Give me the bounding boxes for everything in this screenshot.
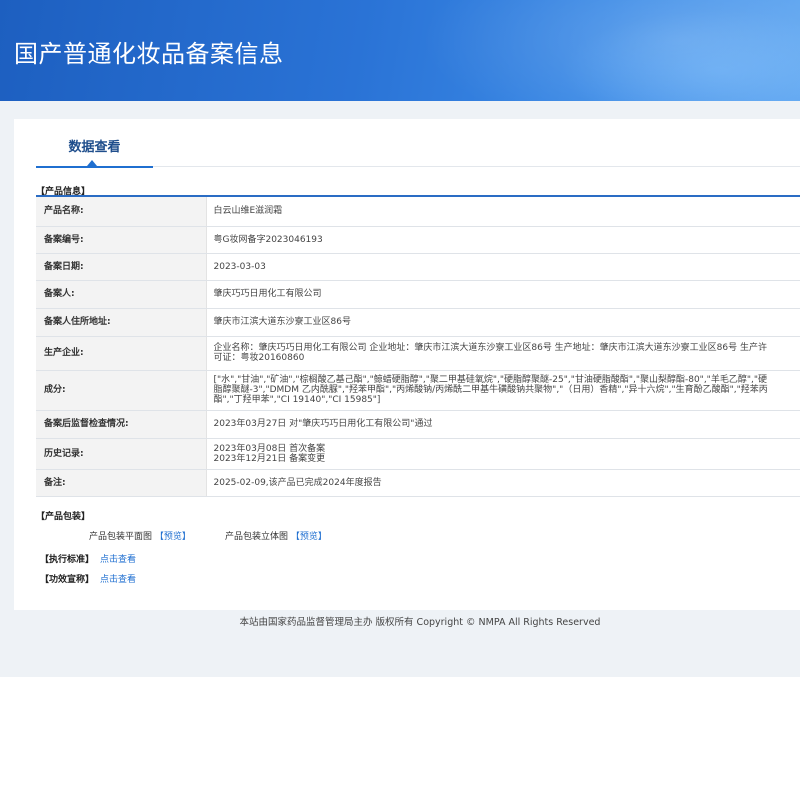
field-label: 生产企业: — [36, 336, 207, 371]
table-row: 备案后监督检查情况: 2023年03月27日 对"肇庆巧巧日用化工有限公司"通过 — [36, 410, 800, 439]
field-label: 成分: — [36, 370, 207, 411]
remarks-value: 2025-02-09,该产品已完成2024年度报告 — [206, 469, 800, 497]
table-row: 备注: 2025-02-09,该产品已完成2024年度报告 — [36, 469, 800, 497]
inspection-value: 2023年03月27日 对"肇庆巧巧日用化工有限公司"通过 — [206, 410, 800, 439]
product-info-table: 产品名称: 白云山维E滋润霜 备案编号: 粤G妆网备字2023046193 备案… — [36, 195, 800, 497]
ingredients-value: ["水","甘油","矿油","棕榈酸乙基己酯","鲸蜡硬脂醇","聚二甲基硅氧… — [206, 370, 800, 411]
filing-date-value: 2023-03-03 — [206, 253, 800, 281]
table-row: 产品名称: 白云山维E滋润霜 — [36, 196, 800, 227]
section-label-packaging: 【产品包装】 — [36, 512, 91, 522]
packaging-solid-item: 产品包装立体图 【预览】 — [225, 529, 327, 542]
table-row: 成分: ["水","甘油","矿油","棕榈酸乙基己酯","鲸蜡硬脂醇","聚二… — [36, 370, 800, 411]
tab-label: 数据查看 — [68, 140, 121, 155]
packaging-flat-preview-link[interactable]: 【预览】 — [155, 532, 191, 542]
packaging-solid-label: 产品包装立体图 — [225, 532, 289, 542]
table-row: 备案日期: 2023-03-03 — [36, 253, 800, 281]
footer-copyright: 本站由国家药品监督管理局主办 版权所有 Copyright © NMPA All… — [239, 617, 601, 628]
efficacy-row: 【功效宣称】 点击查看 — [40, 572, 136, 585]
filer-address-value: 肇庆市江滨大道东沙寮工业区86号 — [206, 308, 800, 337]
efficacy-view-link[interactable]: 点击查看 — [100, 575, 136, 585]
field-label: 备注: — [36, 469, 207, 497]
packaging-flat-label: 产品包装平面图 — [89, 532, 153, 542]
table-row: 备案人: 肇庆巧巧日用化工有限公司 — [36, 280, 800, 309]
table-row: 备案编号: 粤G妆网备字2023046193 — [36, 226, 800, 254]
efficacy-label: 【功效宣称】 — [40, 575, 95, 585]
field-label: 历史记录: — [36, 438, 207, 470]
filer-value: 肇庆巧巧日用化工有限公司 — [206, 280, 800, 309]
packaging-solid-preview-link[interactable]: 【预览】 — [291, 532, 327, 542]
history-value: 2023年03月08日 首次备案 2023年12月21日 备案变更 — [206, 438, 800, 470]
field-label: 产品名称: — [36, 196, 207, 227]
page-title: 国产普通化妆品备案信息 — [14, 40, 284, 68]
header-banner: 国产普通化妆品备案信息 — [0, 0, 800, 101]
field-label: 备案后监督检查情况: — [36, 410, 207, 439]
field-label: 备案编号: — [36, 226, 207, 254]
banner-decoration — [560, 10, 800, 101]
product-name-value: 白云山维E滋润霜 — [206, 196, 800, 227]
field-label: 备案人住所地址: — [36, 308, 207, 337]
table-row: 生产企业: 企业名称：肇庆巧巧日用化工有限公司 企业地址：肇庆市江滨大道东沙寮工… — [36, 336, 800, 371]
tab-active-indicator — [87, 160, 97, 166]
standard-row: 【执行标准】 点击查看 — [40, 552, 136, 565]
field-label: 备案日期: — [36, 253, 207, 281]
standard-view-link[interactable]: 点击查看 — [100, 555, 136, 565]
filing-number-value: 粤G妆网备字2023046193 — [206, 226, 800, 254]
table-row: 历史记录: 2023年03月08日 首次备案 2023年12月21日 备案变更 — [36, 438, 800, 470]
manufacturer-value: 企业名称：肇庆巧巧日用化工有限公司 企业地址：肇庆市江滨大道东沙寮工业区86号 … — [206, 336, 800, 371]
field-label: 备案人: — [36, 280, 207, 309]
table-row: 备案人住所地址: 肇庆市江滨大道东沙寮工业区86号 — [36, 308, 800, 337]
packaging-flat-item: 产品包装平面图 【预览】 — [89, 529, 191, 542]
standard-label: 【执行标准】 — [40, 555, 95, 565]
tab-divider — [153, 166, 800, 167]
